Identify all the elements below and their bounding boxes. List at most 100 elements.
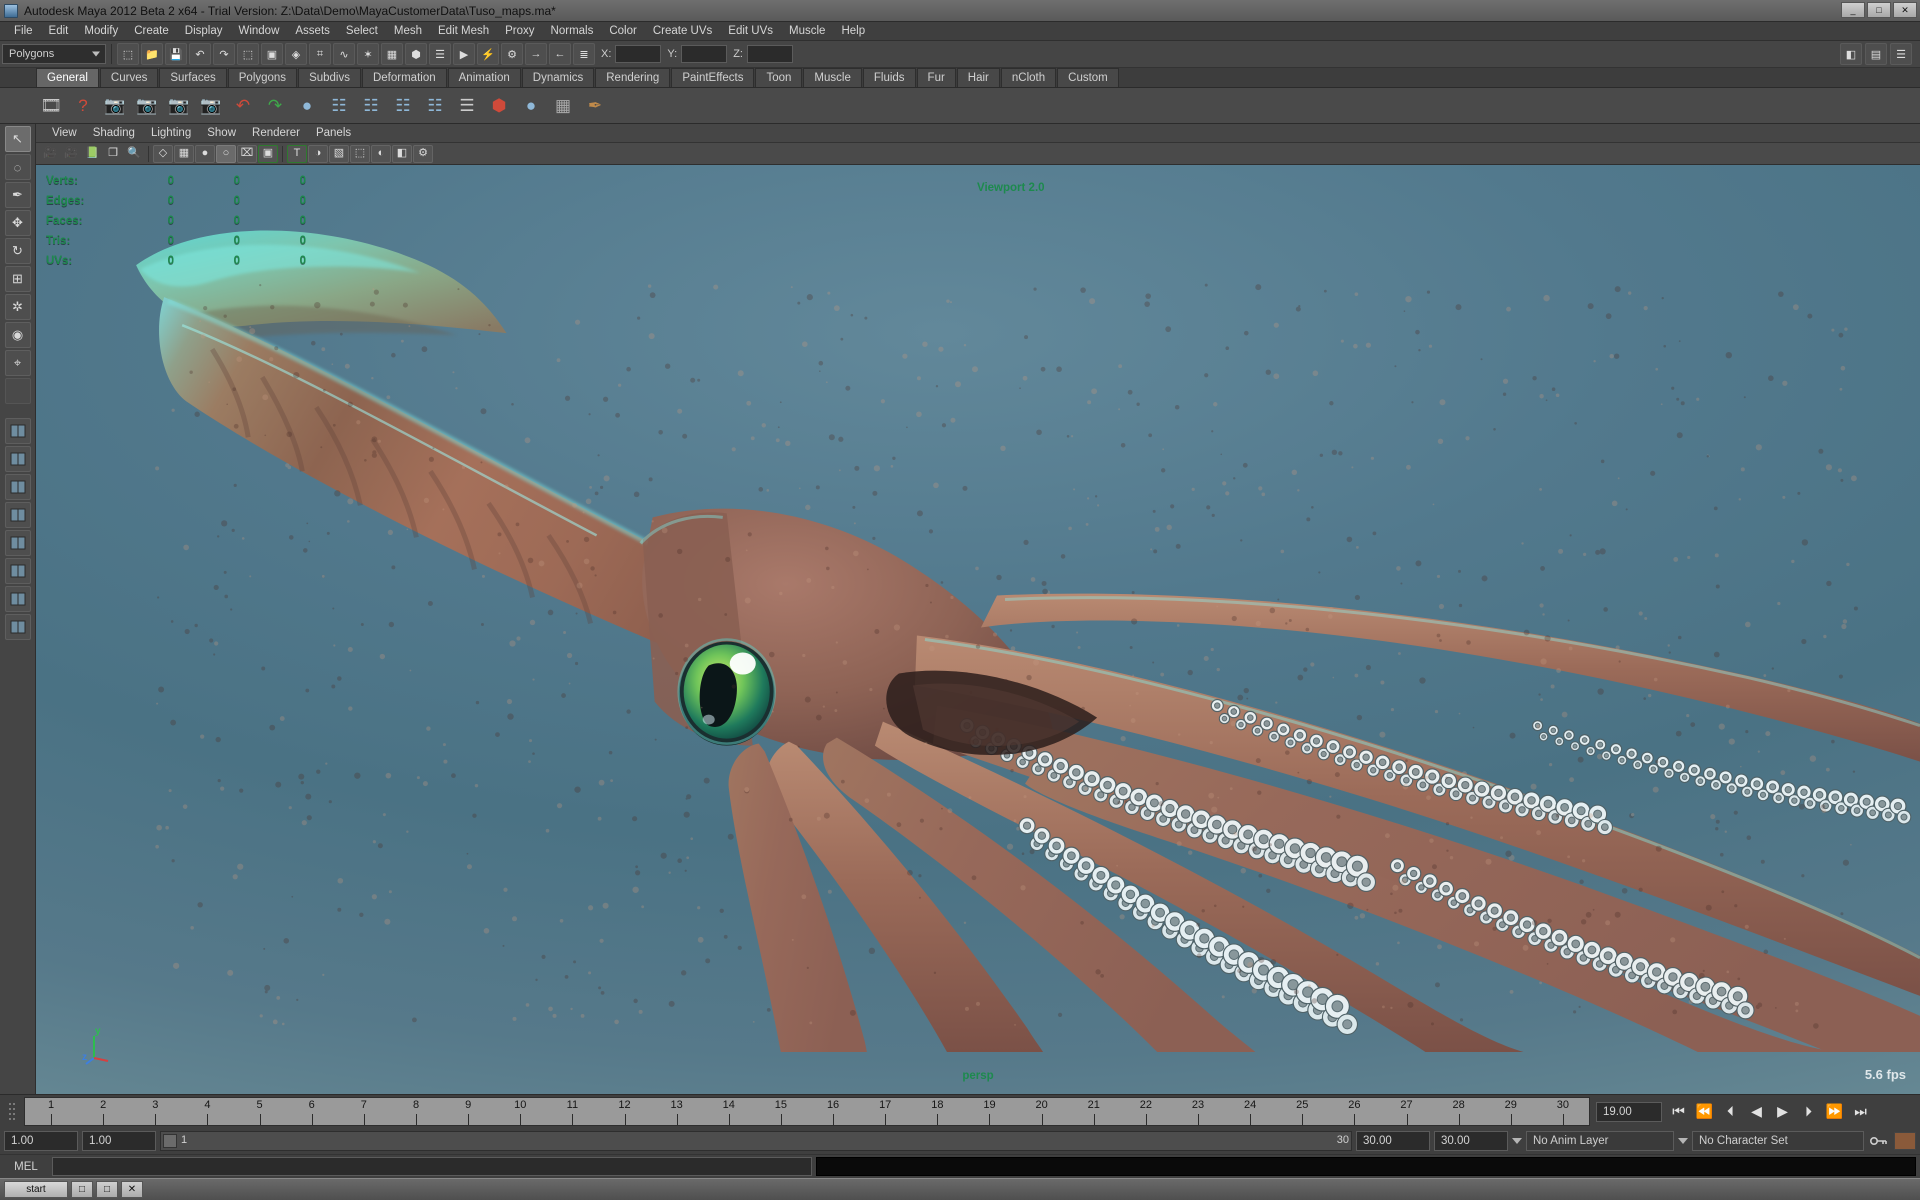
layout-hypershade[interactable] [4, 614, 31, 640]
menu-create-uvs[interactable]: Create UVs [645, 23, 720, 39]
panel-menu-renderer[interactable]: Renderer [244, 125, 308, 141]
smooth-shade-sphere-icon[interactable]: ● [195, 144, 215, 163]
mel-label[interactable]: MEL [4, 1161, 48, 1173]
shelf-tab-toon[interactable]: Toon [755, 68, 803, 87]
snap-to-view-planes-icon[interactable]: ▦ [381, 43, 403, 65]
range-slider-bar[interactable]: 1 30 [160, 1131, 1352, 1151]
menu-muscle[interactable]: Muscle [781, 23, 833, 39]
camera-attributes-icon[interactable]: 🎥 [61, 145, 81, 163]
shelf-icon-camera-b[interactable]: 📷 [196, 91, 226, 121]
soft-modification-tool[interactable]: ◉ [4, 322, 31, 348]
shelf-tab-custom[interactable]: Custom [1057, 68, 1119, 87]
menu-edit[interactable]: Edit [41, 23, 77, 39]
smooth-shade-all-icon[interactable]: ▦ [174, 144, 194, 163]
save-scene-icon[interactable]: 💾 [165, 43, 187, 65]
step-forward-key-button[interactable]: ⏩ [1822, 1101, 1847, 1123]
shadows-icon[interactable]: ◑ [308, 144, 328, 163]
panel-menu-view[interactable]: View [44, 125, 85, 141]
shelf-tab-ncloth[interactable]: nCloth [1000, 68, 1057, 87]
time-slider-grip[interactable] [0, 1095, 24, 1128]
animation-start-field[interactable]: 1.00 [4, 1131, 78, 1151]
attribute-editor-toggle-icon[interactable]: ≣ [573, 43, 595, 65]
menu-color[interactable]: Color [601, 23, 644, 39]
minimize-button[interactable]: _ [1841, 2, 1865, 18]
shelf-tab-hair[interactable]: Hair [956, 68, 1000, 87]
step-back-frame-button[interactable]: ⏴ [1718, 1101, 1743, 1123]
view-settings-icon[interactable]: ⚙ [413, 144, 433, 163]
shelf-tab-dynamics[interactable]: Dynamics [521, 68, 595, 87]
shelf-tab-subdivs[interactable]: Subdivs [298, 68, 361, 87]
taskbar-item[interactable]: □ [96, 1181, 118, 1198]
undo-icon[interactable]: ↶ [189, 43, 211, 65]
shelf-icon-group-b[interactable]: ☷ [356, 91, 386, 121]
redo-icon[interactable]: ↷ [213, 43, 235, 65]
layout-two-pane-side[interactable] [4, 502, 31, 528]
render-current-frame-icon[interactable]: ▶ [453, 43, 475, 65]
menu-assets[interactable]: Assets [287, 23, 338, 39]
menu-create[interactable]: Create [126, 23, 177, 39]
select-tool[interactable]: ↖ [4, 126, 31, 152]
shelf-icon-help[interactable]: ? [68, 91, 98, 121]
shelf-tab-polygons[interactable]: Polygons [227, 68, 298, 87]
shelf-icon-delete-sphere[interactable]: ● [292, 91, 322, 121]
axis-y-field[interactable] [681, 45, 728, 63]
new-scene-icon[interactable]: ⬚ [117, 43, 139, 65]
go-to-end-button[interactable]: ⏭ [1848, 1101, 1873, 1123]
show-hide-sidebar-icon[interactable]: ◧ [1840, 43, 1862, 65]
panel-menu-panels[interactable]: Panels [308, 125, 359, 141]
menu-window[interactable]: Window [230, 23, 287, 39]
scale-tool[interactable]: ⊞ [4, 266, 31, 292]
snap-to-point-icon[interactable]: ✶ [357, 43, 379, 65]
select-by-object-icon[interactable]: ▣ [261, 43, 283, 65]
start-button[interactable]: start [4, 1181, 68, 1198]
shelf-icon-redo-arrow[interactable]: ↷ [260, 91, 290, 121]
open-input-connections-icon[interactable]: → [525, 43, 547, 65]
menu-file[interactable]: File [6, 23, 41, 39]
shelf-tab-general[interactable]: General [36, 68, 99, 87]
image-plane-icon[interactable]: ❐ [103, 145, 123, 163]
shelf-tab-muscle[interactable]: Muscle [803, 68, 862, 87]
shelf-tab-surfaces[interactable]: Surfaces [159, 68, 227, 87]
gamma-icon[interactable]: ◧ [392, 144, 412, 163]
snap-to-grid-icon[interactable]: ⌗ [309, 43, 331, 65]
range-end-field[interactable]: 30.00 [1356, 1131, 1430, 1151]
character-set-dropdown[interactable]: No Character Set [1692, 1131, 1864, 1151]
open-scene-icon[interactable]: 📁 [141, 43, 163, 65]
go-to-start-button[interactable]: ⏮ [1666, 1101, 1691, 1123]
range-slider-left-handle[interactable] [163, 1134, 177, 1148]
shelf-icon-brush[interactable]: ✒ [580, 91, 610, 121]
move-tool[interactable]: ✥ [4, 210, 31, 236]
shelf-tab-fur[interactable]: Fur [916, 68, 956, 87]
close-button[interactable]: ✕ [1893, 2, 1917, 18]
wireframe-on-shaded-icon[interactable]: ⌧ [237, 144, 257, 163]
open-output-connections-icon[interactable]: ← [549, 43, 571, 65]
menu-proxy[interactable]: Proxy [497, 23, 542, 39]
select-by-component-icon[interactable]: ◈ [285, 43, 307, 65]
xray-joints-icon[interactable]: ⬚ [350, 144, 370, 163]
anim-layer-dropdown[interactable]: No Anim Layer [1526, 1131, 1674, 1151]
taskbar-item[interactable]: ✕ [121, 1181, 143, 1198]
shelf-icon-camera-a[interactable]: 📷 [164, 91, 194, 121]
rotate-tool[interactable]: ↻ [4, 238, 31, 264]
play-backwards-button[interactable]: ◀ [1744, 1101, 1769, 1123]
texture-display-icon[interactable]: ▣ [258, 144, 278, 163]
panel-menu-shading[interactable]: Shading [85, 125, 143, 141]
step-back-key-button[interactable]: ⏪ [1692, 1101, 1717, 1123]
use-default-lighting-icon[interactable]: T [287, 144, 307, 163]
animation-preferences-icon[interactable] [1894, 1132, 1916, 1150]
axis-x-field[interactable] [615, 45, 662, 63]
current-frame-field[interactable]: 19.00 [1596, 1101, 1662, 1122]
show-manipulator-tool[interactable]: ⌖ [4, 350, 31, 376]
shelf-icon-remove-camera[interactable]: 📷 [132, 91, 162, 121]
menu-help[interactable]: Help [833, 23, 873, 39]
shelf-icon-group-c[interactable]: ☷ [388, 91, 418, 121]
menu-select[interactable]: Select [338, 23, 386, 39]
shelf-icon-add-camera[interactable]: 📷 [100, 91, 130, 121]
shelf-icon-film[interactable]: 🎞 [36, 91, 66, 121]
shelf-icon-undo-arrow[interactable]: ↶ [228, 91, 258, 121]
taskbar-item[interactable]: □ [71, 1181, 93, 1198]
menu-edit-uvs[interactable]: Edit UVs [720, 23, 781, 39]
shelf-tab-rendering[interactable]: Rendering [595, 68, 671, 87]
attribute-editor-icon[interactable]: ▤ [1865, 43, 1887, 65]
snap-to-curve-icon[interactable]: ∿ [333, 43, 355, 65]
